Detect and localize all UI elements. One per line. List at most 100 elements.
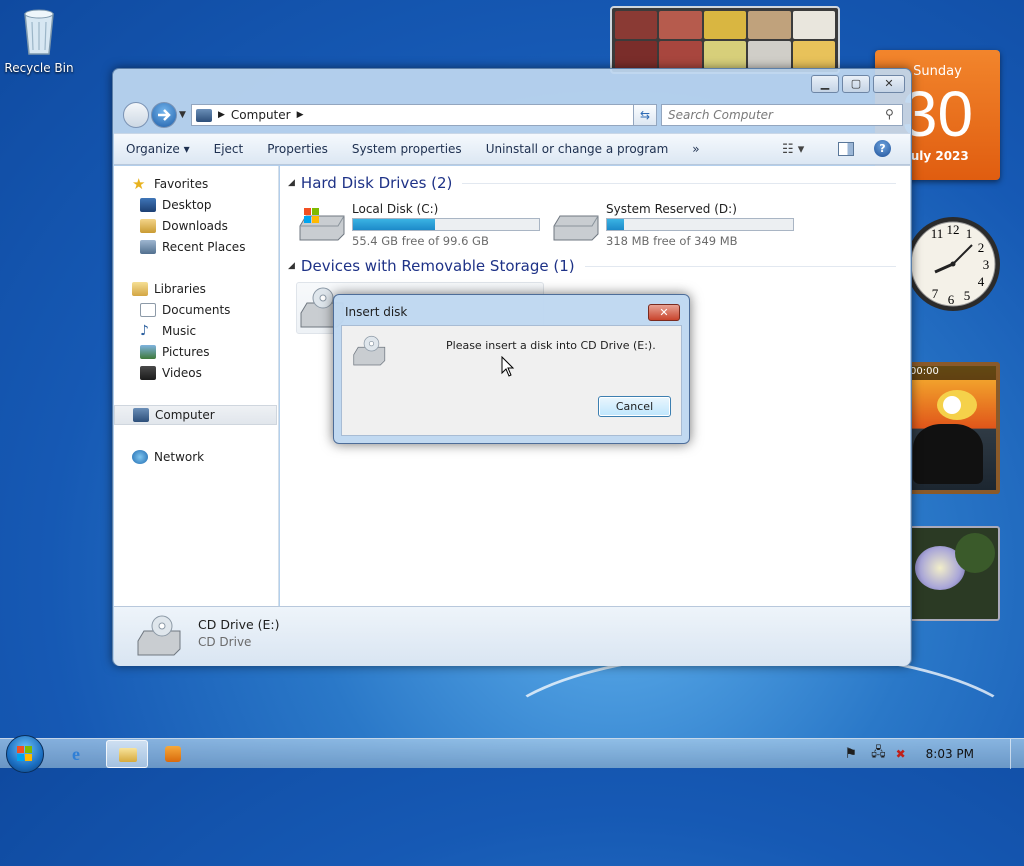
recent-places-icon (140, 240, 156, 254)
drive-usage-bar (606, 218, 794, 231)
dialog-title: Insert disk (345, 305, 408, 319)
taskbar-media-player[interactable] (152, 740, 194, 768)
drive-usage-bar (352, 218, 540, 231)
preview-pane-icon[interactable] (838, 142, 854, 156)
uninstall-program-button[interactable]: Uninstall or change a program (474, 142, 681, 156)
nav-pictures[interactable]: Pictures (114, 342, 277, 362)
clock-gadget[interactable]: 12 1 2 3 4 5 6 7 11 (903, 200, 1003, 328)
clock-numeral: 2 (978, 240, 985, 255)
internet-explorer-icon: e (72, 744, 80, 764)
cd-drive-icon (353, 335, 386, 366)
nav-network[interactable]: Network (114, 447, 277, 467)
details-pane: CD Drive (E:) CD Drive (114, 606, 910, 666)
volume-muted-icon[interactable]: ✖ (896, 747, 906, 761)
collapse-icon: ◢ (288, 261, 295, 271)
network-icon (132, 450, 148, 464)
caption-buttons: ▁ ▢ ✕ (808, 75, 905, 93)
maximize-button[interactable]: ▢ (842, 75, 870, 93)
clock-numeral: 6 (948, 292, 955, 307)
mouse-cursor-icon (501, 356, 515, 377)
show-desktop-button[interactable] (1010, 739, 1024, 769)
photo-gadget[interactable] (903, 526, 1000, 621)
more-commands-button[interactable]: » (680, 142, 711, 156)
star-icon: ★ (132, 175, 146, 193)
forward-button[interactable] (151, 102, 177, 128)
pictures-icon (140, 345, 156, 359)
computer-icon (133, 408, 149, 422)
media-player-icon (165, 746, 181, 762)
dialog-message: Please insert a disk into CD Drive (E:). (446, 339, 656, 352)
videos-icon (140, 366, 156, 380)
cancel-button[interactable]: Cancel (598, 396, 671, 417)
nav-downloads[interactable]: Downloads (114, 216, 277, 236)
hard-drive-windows-icon (299, 208, 345, 241)
drive-d[interactable]: System Reserved (D:) 318 MB free of 349 … (552, 202, 802, 248)
nav-libraries[interactable]: Libraries (114, 279, 277, 299)
recycle-bin-label: Recycle Bin (4, 61, 74, 75)
clock-numeral: 12 (947, 222, 960, 237)
nav-computer[interactable]: Computer (114, 405, 277, 425)
address-bar[interactable]: ▶ Computer ▶ ▼ (191, 104, 657, 126)
clock-numeral: 1 (966, 226, 973, 241)
close-button[interactable]: ✕ (873, 75, 905, 93)
refresh-button[interactable]: ⇆ (633, 104, 657, 126)
details-type: CD Drive (198, 635, 252, 649)
slideshow-gadget[interactable]: 00:00 (903, 362, 1000, 494)
drive-name: Local Disk (C:) (352, 202, 439, 216)
action-center-flag-icon[interactable]: ⚑ (845, 746, 858, 762)
organize-menu[interactable]: Organize ▾ (114, 142, 202, 156)
properties-button[interactable]: Properties (255, 142, 340, 156)
start-button[interactable] (6, 735, 44, 773)
eject-button[interactable]: Eject (202, 142, 256, 156)
search-icon: ⚲ (885, 107, 894, 121)
clock-numeral: 3 (983, 257, 990, 272)
system-tray: ⚑ 🖧 ✖ 8:03 PM (835, 739, 1024, 769)
windows-logo-icon (17, 746, 32, 761)
nav-videos[interactable]: Videos (114, 363, 277, 383)
folder-icon (119, 748, 137, 762)
hard-drive-icon (553, 215, 599, 241)
search-input[interactable]: Search Computer (661, 104, 903, 126)
recycle-bin[interactable]: Recycle Bin (4, 6, 74, 75)
group-removable-storage[interactable]: ◢ Devices with Removable Storage (1) (288, 257, 896, 275)
nav-music[interactable]: ♪ Music (114, 321, 277, 341)
music-icon: ♪ (140, 323, 149, 339)
collapse-icon: ◢ (288, 178, 295, 188)
system-properties-button[interactable]: System properties (340, 142, 474, 156)
help-icon[interactable]: ? (874, 140, 891, 157)
navigation-bar: ▼ ▶ Computer ▶ ▼ ⇆ Search Computer ⚲ (121, 102, 903, 128)
dialog-close-button[interactable]: ✕ (648, 304, 680, 321)
recent-pages-dropdown[interactable]: ▼ (179, 110, 186, 120)
group-hard-disks[interactable]: ◢ Hard Disk Drives (2) (288, 174, 896, 192)
clock-numeral: 5 (964, 288, 971, 303)
slide-puzzle-gadget[interactable] (610, 6, 840, 74)
drive-free-space: 318 MB free of 349 MB (606, 234, 738, 248)
slideshow-timer: 00:00 (910, 366, 939, 377)
nav-recent-places[interactable]: Recent Places (114, 237, 277, 257)
drive-c[interactable]: Local Disk (C:) 55.4 GB free of 99.6 GB (298, 202, 548, 248)
clock-numeral: 4 (978, 274, 985, 289)
minimize-button[interactable]: ▁ (811, 75, 839, 93)
view-options-icon[interactable]: ☷ ▾ (782, 142, 804, 157)
back-button[interactable] (123, 102, 149, 128)
taskbar-clock[interactable]: 8:03 PM (926, 747, 974, 761)
taskbar-internet-explorer[interactable]: e (60, 740, 102, 768)
cd-drive-icon (137, 615, 181, 656)
network-status-icon[interactable]: 🖧 (871, 743, 886, 765)
nav-desktop[interactable]: Desktop (114, 195, 277, 215)
breadcrumb-computer[interactable]: Computer (231, 108, 291, 122)
documents-icon (140, 303, 156, 317)
taskbar-explorer[interactable] (106, 740, 148, 768)
nav-documents[interactable]: Documents (114, 300, 277, 320)
breadcrumb-separator[interactable]: ▶ (297, 110, 304, 120)
navigation-pane: ★ Favorites Desktop Downloads Recent Plac… (114, 166, 279, 606)
recycle-bin-icon (24, 9, 54, 55)
clock-numeral: 11 (931, 226, 944, 241)
taskbar: e ⚑ 🖧 ✖ 8:03 PM (0, 735, 1024, 773)
libraries-icon (132, 282, 148, 296)
details-name: CD Drive (E:) (198, 617, 280, 632)
nav-favorites[interactable]: ★ Favorites (114, 174, 277, 194)
desktop-icon (140, 198, 156, 212)
breadcrumb-separator[interactable]: ▶ (218, 110, 225, 120)
clock-numeral: 7 (932, 286, 939, 301)
